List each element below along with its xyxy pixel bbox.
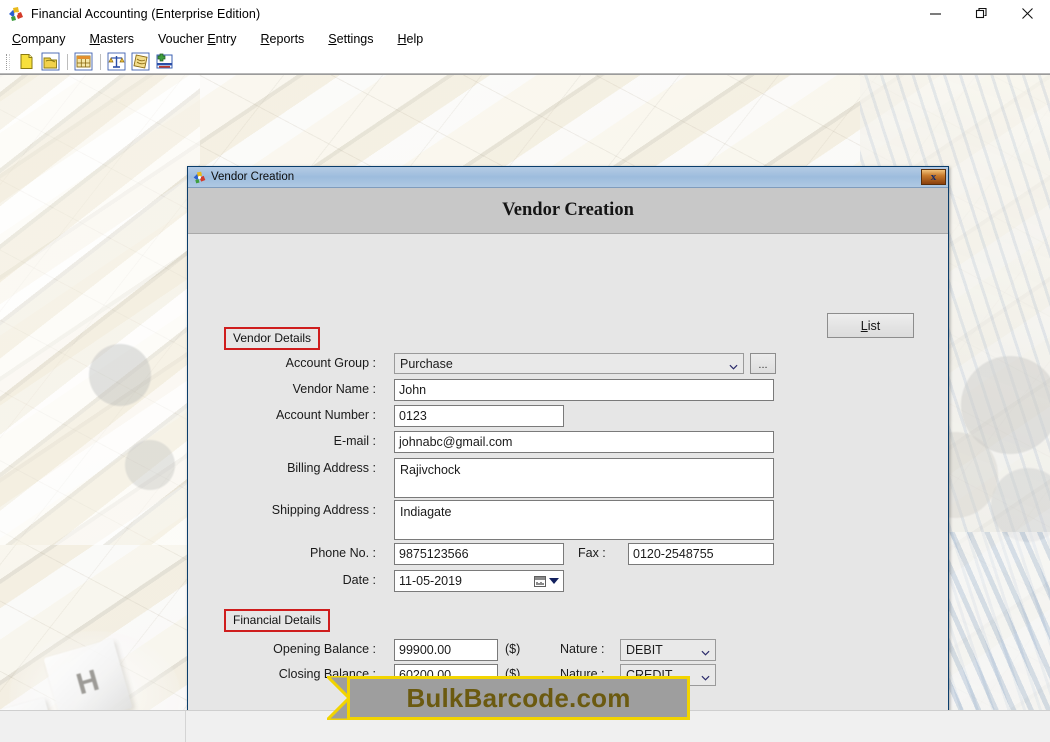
watermark-body: BulkBarcode.com <box>347 676 690 720</box>
workspace: H Y Vendor Creation x Vendo <box>0 74 1050 742</box>
opening-balance-input[interactable]: 99900.00 <box>394 639 498 661</box>
financial-details-section-label: Financial Details <box>224 609 331 632</box>
fax-input[interactable]: 0120-2548755 <box>628 543 774 565</box>
dialog-close-icon[interactable]: x <box>921 169 946 185</box>
calendar-icon[interactable] <box>534 575 546 587</box>
watermark-banner: BulkBarcode.com <box>323 674 690 722</box>
opening-nature-select[interactable]: DEBIT <box>620 639 716 661</box>
dialog-puzzle-icon <box>192 170 207 185</box>
vendor-details-section-label: Vendor Details <box>224 327 321 350</box>
shipping-address-input[interactable]: Indiagate <box>394 500 774 540</box>
dialog-heading-area: Vendor Creation <box>188 188 948 234</box>
chevron-down-icon <box>701 646 710 656</box>
trial-balance-icon[interactable] <box>105 51 128 72</box>
menu-item-company[interactable]: Company <box>12 30 79 48</box>
dialog-title-bar: Vendor Creation x <box>188 167 948 188</box>
menu-item-voucher-entry[interactable]: Voucher Entry <box>158 30 250 48</box>
new-voucher-icon[interactable] <box>153 51 176 72</box>
app-puzzle-icon <box>7 5 25 23</box>
window-controls <box>912 0 1050 28</box>
list-button[interactable]: List <box>827 313 914 338</box>
billing-address-input[interactable]: Rajivchock <box>394 458 774 498</box>
toolbar-separator-2 <box>100 53 101 70</box>
opening-nature-value: DEBIT <box>626 643 663 657</box>
email-label: E-mail : <box>333 434 376 448</box>
day-book-icon[interactable] <box>129 51 152 72</box>
date-label: Date : <box>342 573 376 587</box>
chevron-down-icon <box>701 671 710 681</box>
account-group-browse-button[interactable]: ... <box>750 353 776 374</box>
account-group-label: Account Group : <box>285 356 376 370</box>
billing-address-label: Billing Address : <box>287 461 376 475</box>
account-group-value: Purchase <box>400 357 453 371</box>
background-banknotes <box>0 75 200 545</box>
fax-label: Fax : <box>578 546 606 560</box>
ledger-table-icon[interactable] <box>72 51 95 72</box>
minimize-icon[interactable] <box>912 0 958 28</box>
menu-item-help[interactable]: Help <box>397 30 436 48</box>
phone-no-input[interactable]: 9875123566 <box>394 543 564 565</box>
restore-icon[interactable] <box>958 0 1004 28</box>
dialog-body: List Vendor Details Account Group : Purc… <box>188 234 948 742</box>
account-number-label: Account Number : <box>275 408 376 422</box>
app-title: Financial Accounting (Enterprise Edition… <box>31 6 261 21</box>
opening-balance-currency: ($) <box>505 642 521 656</box>
open-company-icon[interactable] <box>39 51 62 72</box>
shipping-address-label: Shipping Address : <box>271 503 376 517</box>
account-number-input[interactable]: 0123 <box>394 405 564 427</box>
chevron-down-icon <box>729 359 738 370</box>
vendor-creation-dialog: Vendor Creation x Vendor Creation List V… <box>187 166 949 742</box>
toolbar-grip[interactable] <box>6 53 10 70</box>
phone-no-label: Phone No. : <box>309 546 376 560</box>
menu-item-reports[interactable]: Reports <box>261 30 318 48</box>
chevron-down-icon[interactable] <box>549 573 559 589</box>
toolbar <box>0 50 1050 74</box>
opening-nature-label: Nature : <box>560 642 605 656</box>
vendor-name-input[interactable]: John <box>394 379 774 401</box>
close-icon[interactable] <box>1004 0 1050 28</box>
new-company-icon[interactable] <box>15 51 38 72</box>
page-title: Vendor Creation <box>502 200 634 220</box>
date-picker[interactable]: 11-05-2019 <box>394 570 564 592</box>
account-group-select[interactable]: Purchase <box>394 353 744 374</box>
toolbar-separator <box>67 53 68 70</box>
title-bar: Financial Accounting (Enterprise Edition… <box>0 0 1050 28</box>
opening-balance-label: Opening Balance : <box>273 642 376 656</box>
date-value: 11-05-2019 <box>399 574 463 588</box>
email-input[interactable]: johnabc@gmail.com <box>394 431 774 453</box>
vendor-name-label: Vendor Name : <box>292 382 376 396</box>
dialog-title: Vendor Creation <box>211 171 295 183</box>
menu-bar: Company Masters Voucher Entry Reports Se… <box>0 28 1050 50</box>
application-window: Financial Accounting (Enterprise Edition… <box>0 0 1050 742</box>
watermark-text: BulkBarcode.com <box>406 682 631 713</box>
menu-item-settings[interactable]: Settings <box>328 30 386 48</box>
menu-item-masters[interactable]: Masters <box>90 30 147 48</box>
